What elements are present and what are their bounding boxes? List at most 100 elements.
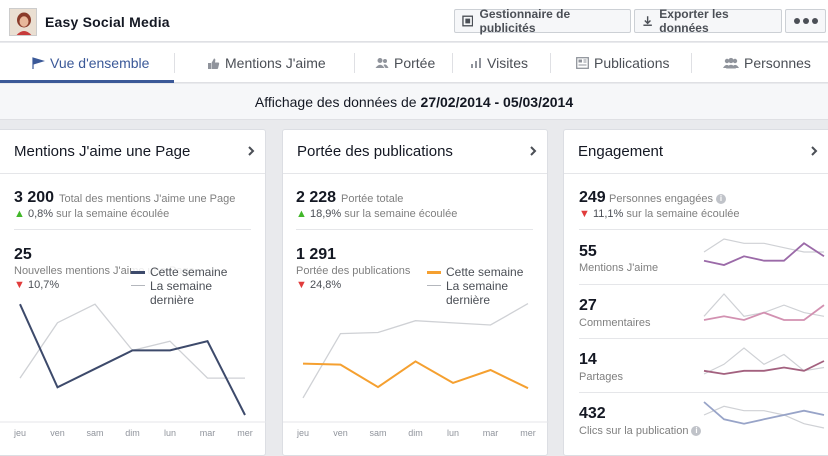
more-options-button[interactable] [785, 9, 826, 33]
tab-reach-label: Portée [394, 55, 436, 71]
engagement-total-change: ▼ 11,1% sur la semaine écoulée [579, 208, 740, 220]
tab-overview[interactable]: Vue d'ensemble [31, 43, 149, 83]
likes-line-chart: jeu ven sam dim lun mar mer [0, 303, 266, 438]
likes-total-change-value: 0,8% [27, 208, 54, 220]
date-range-bar: Affichage des données de 27/02/2014 - 05… [0, 84, 828, 120]
x-tick-label: jeu [13, 428, 26, 438]
down-arrow-icon: ▼ [579, 208, 590, 220]
tab-divider [691, 53, 692, 73]
chevron-right-icon[interactable] [247, 145, 255, 157]
clicks-metric-label-text: Clics sur la publication [579, 425, 689, 437]
x-tick-label: mer [520, 428, 536, 438]
info-icon[interactable]: i [691, 426, 702, 436]
divider [579, 392, 828, 393]
reach-card-title: Portée des publications [297, 143, 453, 160]
up-arrow-icon: ▲ [296, 208, 307, 220]
clicks-sparkline [703, 401, 825, 429]
top-header: Easy Social Media Gestionnaire de public… [0, 0, 828, 42]
tab-people[interactable]: Personnes [723, 43, 811, 83]
chevron-right-icon[interactable] [529, 145, 537, 157]
x-tick-label: ven [50, 428, 65, 438]
legend-swatch [427, 285, 441, 286]
engagement-total-label: Personnes engagées i [609, 193, 726, 205]
divider [579, 284, 828, 285]
reach-card-header[interactable]: Portée des publications [283, 130, 547, 174]
engagement-card-header[interactable]: Engagement [564, 130, 828, 174]
likes-total-label: Total des mentions J'aime une Page [59, 193, 236, 205]
x-tick-label: lun [447, 428, 459, 438]
likes-card-header[interactable]: Mentions J'aime une Page [0, 130, 265, 174]
x-tick-label: sam [86, 428, 103, 438]
reach-line-chart: jeu ven sam dim lun mar mer [283, 303, 549, 438]
likes-series-last-week [19, 303, 245, 379]
engagement-card: Engagement 249 Personnes engagées i ▼ 11,… [563, 129, 828, 456]
tab-people-label: Personnes [744, 55, 811, 71]
reach-total-change: ▲ 18,9% sur la semaine écoulée [296, 208, 457, 220]
info-icon[interactable]: i [715, 194, 726, 204]
tab-posts-label: Publications [594, 55, 670, 71]
shares-metric-label: Partages [579, 371, 624, 383]
up-arrow-icon: ▲ [14, 208, 25, 220]
engagement-total-label-text: Personnes engagées [609, 193, 713, 205]
legend-this-week-label: Cette semaine [446, 265, 524, 279]
tab-divider [354, 53, 355, 73]
comments-metric-label: Commentaires [579, 317, 651, 329]
tab-reach[interactable]: Portée [375, 43, 435, 83]
tab-visits-label: Visites [487, 55, 528, 71]
date-range-value[interactable]: 27/02/2014 - 05/03/2014 [421, 94, 574, 110]
x-tick-label: mer [237, 428, 253, 438]
divider [579, 338, 828, 339]
divider [579, 229, 828, 230]
tab-likes[interactable]: Mentions J'aime [207, 43, 326, 83]
engagement-card-title: Engagement [578, 143, 664, 160]
tab-visits[interactable]: Visites [470, 43, 528, 83]
tab-overview-label: Vue d'ensemble [50, 55, 150, 71]
engagement-total-change-value: 11,1% [592, 208, 624, 220]
comments-sparkline [703, 293, 825, 321]
likes-card-title: Mentions J'aime une Page [14, 143, 191, 160]
reach-series-this-week [302, 360, 529, 390]
legend-this-week: Cette semaine [427, 265, 526, 279]
posts-icon [576, 57, 589, 69]
engagement-total-change-suffix: sur la semaine écoulée [626, 208, 740, 220]
export-data-button[interactable]: Exporter les données [634, 7, 782, 35]
likes-metric-value: 55 [579, 243, 597, 260]
ads-manager-label: Gestionnaire de publicités [479, 7, 571, 35]
likes-total-change-suffix: sur la semaine écoulée [56, 208, 170, 220]
divider [296, 229, 533, 230]
likes-series-this-week [19, 303, 246, 416]
x-tick-label: dim [125, 428, 140, 438]
sparkline-series-this-week [703, 401, 825, 425]
x-tick-label: mar [483, 428, 499, 438]
clicks-metric-value: 432 [579, 405, 606, 422]
legend-this-week: Cette semaine [131, 265, 230, 279]
x-tick-label: ven [333, 428, 348, 438]
likes-metric-label: Mentions J'aime [579, 262, 659, 274]
sparkline-series-this-week [703, 360, 825, 375]
thumbs-up-icon [208, 58, 220, 69]
chevron-right-icon[interactable] [810, 145, 818, 157]
date-range-prefix: Affichage des données de [254, 93, 417, 110]
page-avatar[interactable] [9, 8, 37, 36]
reach-total-change-value: 18,9% [309, 208, 342, 220]
bar-chart-icon [471, 58, 481, 68]
tab-posts[interactable]: Publications [576, 43, 670, 83]
tab-divider [550, 53, 551, 73]
legend-swatch [131, 271, 145, 274]
download-icon [643, 16, 652, 26]
likes-total-value: 3 200 [14, 189, 55, 206]
ads-icon [462, 15, 474, 27]
page-title[interactable]: Easy Social Media [45, 14, 170, 30]
ads-manager-button[interactable]: Gestionnaire de publicités [454, 7, 631, 35]
reach-series-last-week [302, 303, 529, 399]
x-tick-label: dim [408, 428, 423, 438]
x-tick-label: jeu [296, 428, 309, 438]
export-data-label: Exporter les données [659, 7, 729, 35]
shares-sparkline [703, 347, 825, 375]
x-tick-label: sam [369, 428, 386, 438]
likes-sparkline [703, 238, 825, 266]
insights-nav: Vue d'ensemble Mentions J'aime Portée Vi… [0, 43, 828, 83]
tab-likes-label: Mentions J'aime [225, 55, 326, 71]
reach-sub-value: 1 291 [296, 246, 337, 263]
reach-total-change-suffix: sur la semaine écoulée [344, 208, 458, 220]
